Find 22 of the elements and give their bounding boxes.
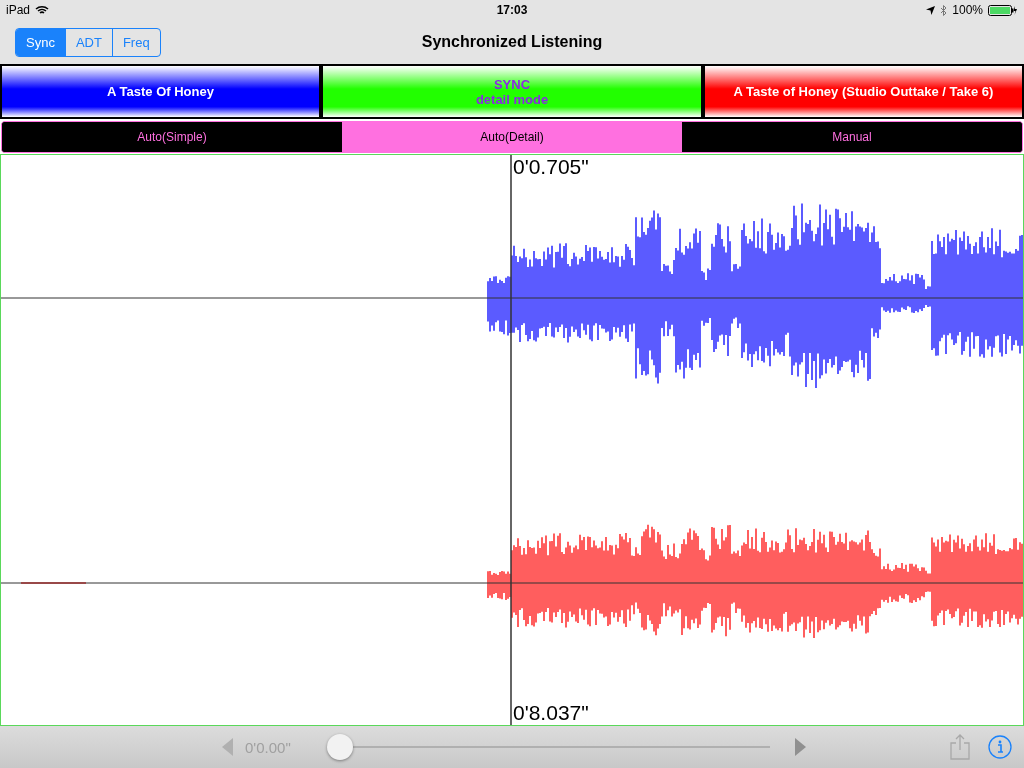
share-icon[interactable] [950, 734, 970, 761]
wifi-icon [35, 5, 50, 15]
mode-tab[interactable]: Auto(Detail) [342, 122, 682, 153]
track-button[interactable]: A Taste of Honey (Studio Outtake / Take 6) [703, 64, 1024, 120]
battery-icon [988, 4, 1018, 16]
info-icon[interactable] [988, 735, 1012, 760]
battery-percent: 100% [952, 3, 983, 17]
segment-tab[interactable]: Freq [111, 28, 160, 56]
screen-title: Synchronized Listening [421, 33, 603, 50]
clock: 17:03 [496, 3, 528, 17]
sync-button[interactable]: SYNC detail mode [321, 64, 703, 120]
track-button[interactable]: A Taste Of Honey [0, 64, 321, 120]
upper-time-label: 0'0.705" [513, 155, 589, 180]
lower-time-label: 0'8.037" [513, 701, 589, 726]
previous-arrow-icon[interactable] [222, 738, 233, 757]
segment-tab[interactable]: Sync [16, 28, 65, 56]
slider-thumb[interactable] [327, 734, 353, 761]
device-name: iPad [6, 3, 31, 17]
next-arrow-icon[interactable] [795, 738, 806, 757]
location-arrow-icon [926, 5, 936, 15]
segment-tab[interactable]: ADT [64, 28, 112, 56]
bluetooth-icon [940, 4, 948, 16]
